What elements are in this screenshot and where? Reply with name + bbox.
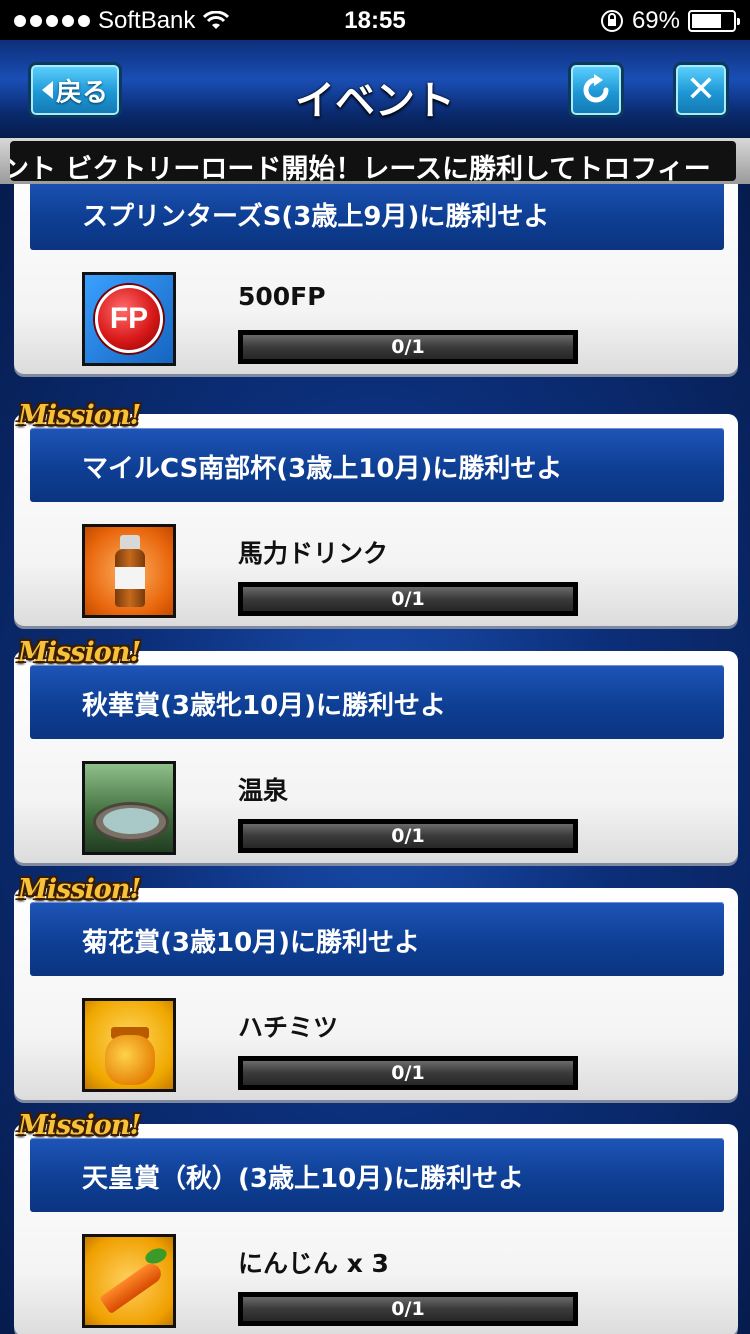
mission-title: マイルCS南部杯(3歳上10月)に勝利せよ — [82, 454, 563, 484]
mission-title-bar[interactable]: 秋華賞(3歳牝10月)に勝利せよ — [30, 665, 724, 739]
reward-name: 馬力ドリンク — [238, 539, 389, 568]
mission-title: 菊花賞(3歳10月)に勝利せよ — [82, 928, 421, 958]
ticker-window: ント ビクトリーロード開始！レースに勝利してトロフィー — [10, 141, 736, 181]
reward-name: ハチミツ — [238, 1013, 339, 1042]
refresh-button[interactable] — [568, 62, 624, 118]
close-icon: ✕ — [685, 69, 717, 110]
reward-name: 温泉 — [238, 776, 289, 805]
status-bar: SoftBank 18:55 69% — [0, 0, 750, 40]
carrot-icon — [82, 1234, 176, 1328]
orientation-lock-icon — [600, 10, 623, 32]
page-title: イベント — [295, 79, 455, 123]
battery-percent: 69% — [631, 7, 680, 34]
mission-badge: Mission! — [18, 1110, 141, 1141]
mission-title: 秋華賞(3歳牝10月)に勝利せよ — [82, 691, 447, 721]
progress-text: 0/1 — [391, 588, 425, 610]
fp-coin-label: FP — [95, 285, 163, 353]
progress-text: 0/1 — [391, 1298, 425, 1320]
progress-bar: 0/1 — [238, 819, 578, 853]
news-ticker: ント ビクトリーロード開始！レースに勝利してトロフィー — [0, 138, 750, 184]
ticker-text: ント ビクトリーロード開始！レースに勝利してトロフィー — [10, 154, 711, 181]
mission-title-bar[interactable]: 天皇賞（秋）(3歳上10月)に勝利せよ — [30, 1138, 724, 1212]
progress-bar: 0/1 — [238, 582, 578, 616]
mission-title: スプリンターズS(3歳上9月)に勝利せよ — [82, 202, 550, 232]
close-button[interactable]: ✕ — [673, 62, 729, 118]
progress-bar: 0/1 — [238, 1292, 578, 1326]
mission-card: Mission! マイルCS南部杯(3歳上10月)に勝利せよ 馬力ドリンク 0/… — [14, 400, 738, 626]
drink-bottle-icon — [82, 524, 176, 618]
honey-jar-icon — [82, 998, 176, 1092]
mission-badge: Mission! — [18, 874, 141, 905]
mission-card: Mission! 菊花賞(3歳10月)に勝利せよ ハチミツ 0/1 — [14, 874, 738, 1100]
mission-title: 天皇賞（秋）(3歳上10月)に勝利せよ — [82, 1164, 525, 1194]
mission-title-bar[interactable]: マイルCS南部杯(3歳上10月)に勝利せよ — [30, 428, 724, 502]
mission-card: Mission! スプリンターズS(3歳上9月)に勝利せよ FP 500FP 0… — [14, 184, 738, 374]
mission-badge: Mission! — [18, 637, 141, 668]
reward-name: 500FP — [238, 282, 326, 311]
mission-card: Mission! 天皇賞（秋）(3歳上10月)に勝利せよ にんじん x 3 0/… — [14, 1110, 738, 1334]
mission-list[interactable]: Mission! スプリンターズS(3歳上9月)に勝利せよ FP 500FP 0… — [0, 184, 750, 1334]
mission-title-bar[interactable]: スプリンターズS(3歳上9月)に勝利せよ — [30, 184, 724, 250]
progress-text: 0/1 — [391, 336, 425, 358]
progress-bar: 0/1 — [238, 330, 578, 364]
refresh-icon — [583, 74, 609, 103]
app-header: 戻る イベント ✕ — [0, 40, 750, 140]
fp-coin-icon: FP — [82, 272, 176, 366]
status-right: 69% — [600, 7, 740, 35]
mission-card: Mission! 秋華賞(3歳牝10月)に勝利せよ 温泉 0/1 — [14, 637, 738, 863]
battery-icon — [688, 10, 740, 32]
mission-title-bar[interactable]: 菊花賞(3歳10月)に勝利せよ — [30, 902, 724, 976]
hot-spring-icon — [82, 761, 176, 855]
progress-bar: 0/1 — [238, 1056, 578, 1090]
mission-badge: Mission! — [18, 400, 141, 431]
progress-text: 0/1 — [391, 825, 425, 847]
reward-name: にんじん x 3 — [238, 1249, 389, 1278]
progress-text: 0/1 — [391, 1062, 425, 1084]
